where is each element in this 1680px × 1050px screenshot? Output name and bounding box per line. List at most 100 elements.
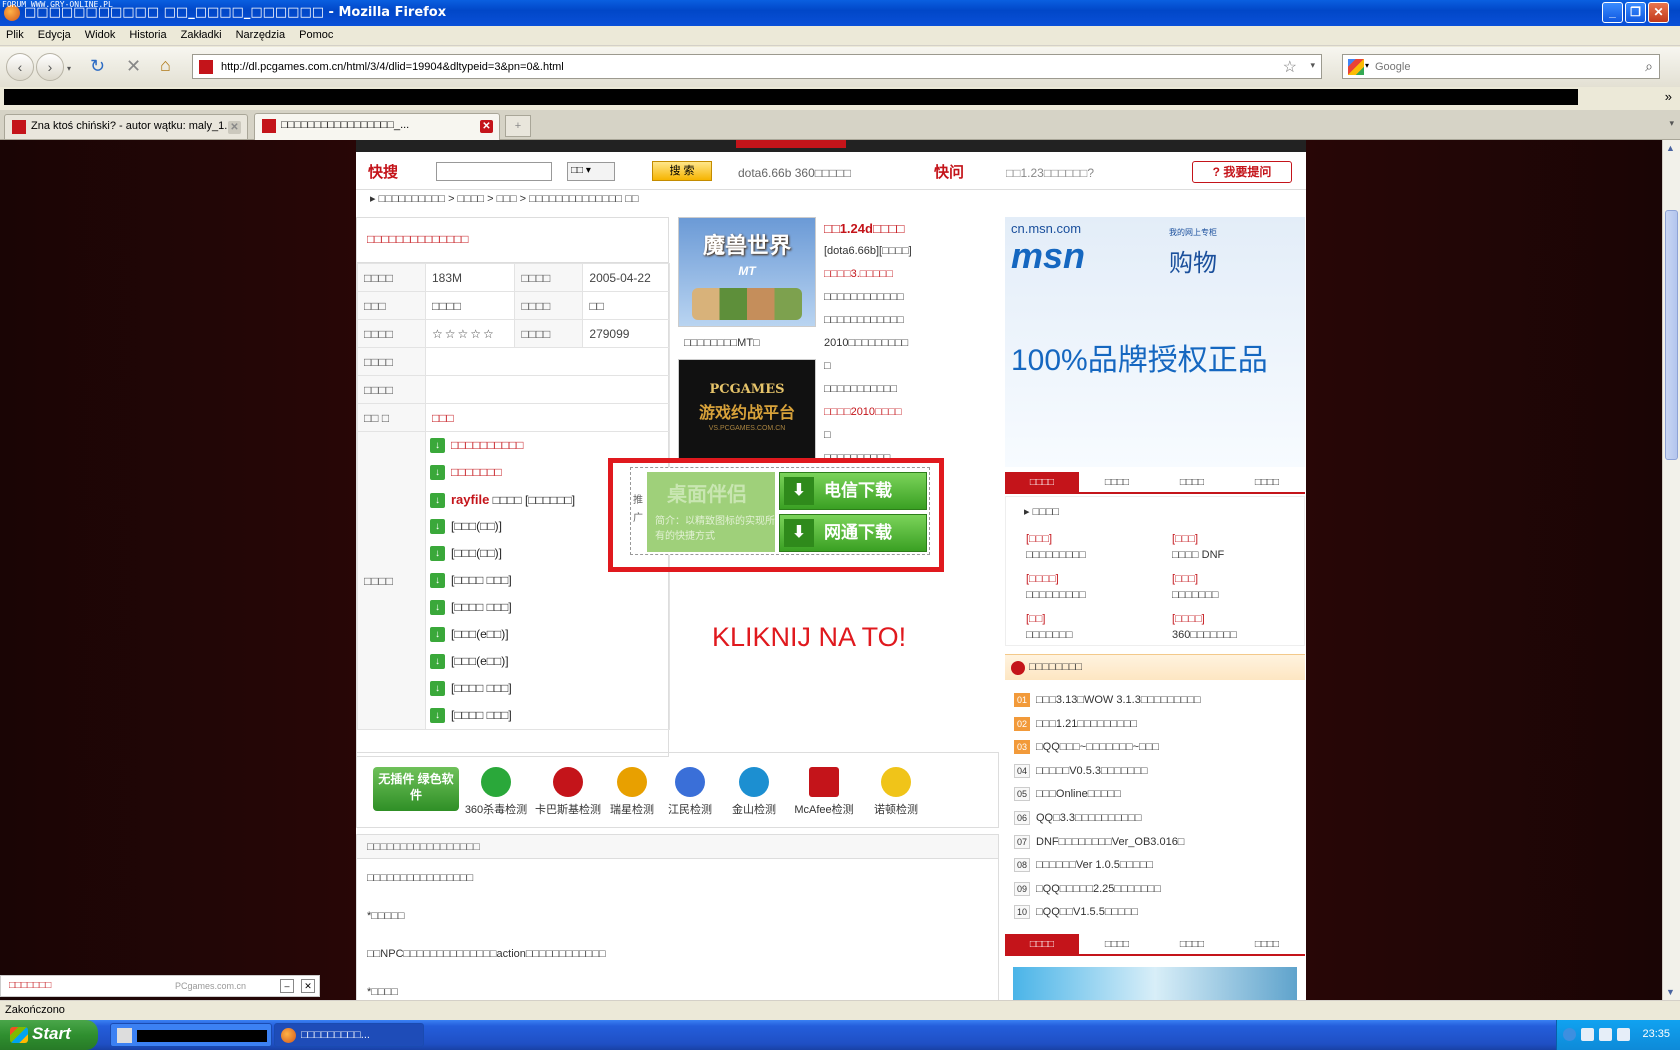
download-link[interactable]: ↓ [□□□(e□□)] <box>430 621 669 648</box>
right-tab[interactable]: □□□□ <box>1080 472 1154 494</box>
right-tab[interactable]: □□□□ <box>1080 934 1154 956</box>
tab-list-icon[interactable]: ▾ <box>1669 118 1674 129</box>
history-dropdown-icon[interactable]: ▾ <box>67 64 71 73</box>
msn-shopping-ad[interactable]: cn.msn.com msn 我的网上专柜 购物 100%品牌授权正品 <box>1005 217 1305 467</box>
menu-narzedzia[interactable]: Narzędzia <box>229 26 293 41</box>
url-dropdown-icon[interactable]: ▾ <box>1310 60 1315 71</box>
scroll-up-icon[interactable]: ▲ <box>1666 143 1675 153</box>
news-item[interactable]: □□□□□□□□□□□□ <box>824 309 960 332</box>
breadcrumb[interactable]: ▸ □□□□□□□□□□ > □□□□ > □□□ > □□□□□□□□□□□□… <box>370 192 639 205</box>
url-input[interactable] <box>221 57 1221 76</box>
search-input[interactable] <box>1375 58 1625 76</box>
related-link[interactable]: □□□ <box>425 403 670 432</box>
list-item[interactable]: [□□] <box>1026 613 1045 625</box>
right-tab[interactable]: □□□□ <box>1005 934 1079 956</box>
menu-zakladki[interactable]: Zakładki <box>174 26 229 41</box>
scan-rising[interactable]: 瑞星检测 <box>599 767 665 817</box>
right-list-head[interactable]: ▸ □□□□ <box>1024 505 1059 518</box>
download-link[interactable]: ↓ [□□□□ □□□] <box>430 594 669 621</box>
rating-stars[interactable]: ☆☆☆☆☆ <box>424 319 516 348</box>
ranking-item[interactable]: 02 □□□1.21□□□□□□□□□ <box>1014 714 1300 738</box>
download-link[interactable]: ↓ [□□□□ □□□] <box>430 702 669 729</box>
list-item[interactable]: [□□□] <box>1172 533 1198 545</box>
list-item[interactable]: □□□□□□□□□ <box>1026 589 1086 601</box>
ranking-item[interactable]: 04 □□□□□V0.5.3□□□□□□□ <box>1014 761 1300 785</box>
news-item[interactable]: [dota6.66b][□□□□] <box>824 240 960 263</box>
scan-jiangmin[interactable]: 江民检测 <box>657 767 723 817</box>
list-item[interactable]: [□□□] <box>1026 533 1052 545</box>
news-item[interactable]: □□□□2010□□□□ <box>824 401 960 424</box>
search-button[interactable]: 搜 索 <box>652 161 712 181</box>
back-button[interactable]: ‹ <box>6 53 34 81</box>
scan-kaspersky[interactable]: 卡巴斯基检测 <box>535 767 601 817</box>
taskbar-item-redacted[interactable] <box>110 1023 272 1047</box>
maximize-button[interactable]: ❐ <box>1625 2 1646 23</box>
news-item[interactable]: 2010□□□□□□□□□ <box>824 332 960 355</box>
tab-pcgames[interactable]: □□□□□□□□□□□□□□□□□_... ✕ <box>254 113 500 140</box>
tab-forum[interactable]: Zna ktoś chiński? - autor wątku: maly_1.… <box>4 114 248 139</box>
wow-thumbnail[interactable]: 魔兽世界 MT <box>678 217 816 327</box>
stop-icon[interactable]: ✕ <box>126 56 141 77</box>
menu-edycja[interactable]: Edycja <box>31 26 78 41</box>
ranking-item[interactable]: 09 □QQ□□□□□2.25□□□□□□□ <box>1014 879 1300 903</box>
news-item[interactable]: □ <box>824 424 960 447</box>
right-tab[interactable]: □□□□ <box>1155 472 1229 494</box>
news-item[interactable]: □□□□□□□□□□□ <box>824 378 960 401</box>
mini-minimize-button[interactable]: – <box>280 979 294 993</box>
scroll-thumb[interactable] <box>1665 210 1678 460</box>
search-bar[interactable]: ▾ ⌕ <box>1342 54 1660 79</box>
minimize-button[interactable]: _ <box>1602 2 1623 23</box>
menu-historia[interactable]: Historia <box>122 26 173 41</box>
right-tab[interactable]: □□□□ <box>1005 472 1079 494</box>
ranking-item[interactable]: 05 □□□Online□□□□□ <box>1014 784 1300 808</box>
tab-close-icon[interactable]: ✕ <box>480 120 493 133</box>
right-tab[interactable]: □□□□ <box>1230 934 1304 956</box>
kuaiwen-question[interactable]: □□1.23□□□□□□? <box>1006 166 1094 180</box>
scroll-down-icon[interactable]: ▼ <box>1666 987 1675 997</box>
right-tab[interactable]: □□□□ <box>1155 934 1229 956</box>
network-icon[interactable] <box>1581 1028 1594 1041</box>
bookmark-star-icon[interactable]: ☆ <box>1283 57 1297 77</box>
clock[interactable]: 23:35 <box>1642 1028 1670 1040</box>
netcom-download-button[interactable]: ⬇ 网通下载 <box>779 514 927 552</box>
new-tab-button[interactable]: + <box>505 115 531 137</box>
list-item[interactable]: 360□□□□□□□ <box>1172 629 1237 641</box>
ranking-item[interactable]: 08 □□□□□□Ver 1.0.5□□□□□ <box>1014 855 1300 879</box>
tray-collapse-icon[interactable] <box>1563 1028 1576 1041</box>
scan-kingsoft[interactable]: 金山检测 <box>721 767 787 817</box>
security-icon[interactable] <box>1599 1028 1612 1041</box>
kuaisou-select[interactable]: □□ ▾ <box>567 162 615 181</box>
list-item[interactable]: [□□□□] <box>1026 573 1059 585</box>
tab-close-icon[interactable]: ✕ <box>228 121 241 134</box>
list-item[interactable]: □□□□□□□□□ <box>1026 549 1086 561</box>
start-button[interactable]: Start <box>0 1020 98 1050</box>
ranking-item[interactable]: 07 DNF□□□□□□□□Ver_OB3.016□ <box>1014 832 1300 856</box>
scan-norton[interactable]: 诺顿检测 <box>863 767 929 817</box>
ranking-item[interactable]: 06 QQ□3.3□□□□□□□□□□ <box>1014 808 1300 832</box>
thumbnail-caption[interactable]: □□□□□□□□MT□ <box>684 337 760 349</box>
menu-pomoc[interactable]: Pomoc <box>292 26 340 41</box>
download-link[interactable]: ↓ □□□□□□□□□□ <box>430 432 669 459</box>
download-link[interactable]: ↓ [□□□□ □□□] <box>430 675 669 702</box>
news-item[interactable]: □ <box>824 355 960 378</box>
hot-keywords[interactable]: dota6.66b 360□□□□□ <box>738 166 851 180</box>
right-tab[interactable]: □□□□ <box>1230 472 1304 494</box>
home-icon[interactable]: ⌂ <box>160 55 171 76</box>
menu-widok[interactable]: Widok <box>78 26 123 41</box>
list-item[interactable]: [□□□□] <box>1172 613 1205 625</box>
list-item[interactable]: □□□□□□□ <box>1172 589 1219 601</box>
ranking-item[interactable]: 01 □□□3.13□WOW 3.1.3□□□□□□□□□ <box>1014 690 1300 714</box>
url-bar[interactable]: ☆ ▾ <box>192 54 1322 79</box>
news-item[interactable]: □□□□3.□□□□□ <box>824 263 960 286</box>
list-item[interactable]: □□□□ DNF <box>1172 549 1224 561</box>
taskbar-item-firefox[interactable]: □□□□□□□□□... <box>274 1023 424 1047</box>
game-banner-image[interactable] <box>1013 967 1297 1000</box>
kuaisou-input[interactable] <box>436 162 552 181</box>
telecom-download-button[interactable]: ⬇ 电信下载 <box>779 472 927 510</box>
download-link[interactable]: ↓ [□□□(e□□)] <box>430 648 669 675</box>
pcgames-vs-thumbnail[interactable]: PCGAMES 游戏约战平台 VS.PCGAMES.COM.CN <box>678 359 816 459</box>
reload-icon[interactable]: ↻ <box>90 56 105 77</box>
desktop-companion-ad[interactable]: 桌面伴侣 简介：以精致图标的实现所有的快捷方式 <box>647 472 775 552</box>
engine-dropdown-icon[interactable]: ▾ <box>1365 61 1369 70</box>
ask-question-button[interactable]: ? 我要提问 <box>1192 161 1292 183</box>
